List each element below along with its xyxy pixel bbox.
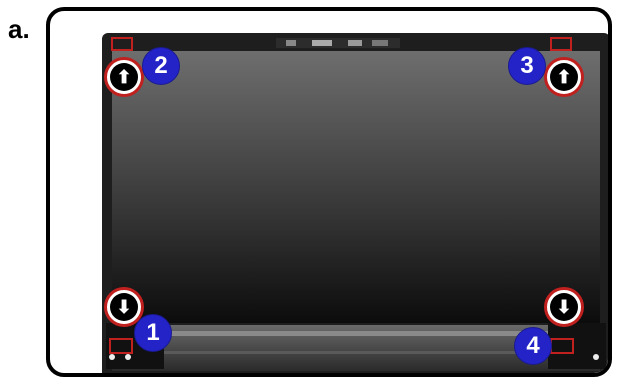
arrow-up-top-right: ⬆ [544, 57, 584, 97]
screw-highlight-bottom-left [109, 338, 133, 354]
arrow-up-icon: ⬆ [110, 63, 138, 91]
screw-highlight-bottom-right [550, 338, 574, 354]
figure-frame: ⬆ ⬆ ⬇ ⬇ 2 3 1 4 [46, 7, 612, 377]
arrow-up-icon: ⬆ [550, 63, 578, 91]
arrow-up-top-left: ⬆ [104, 57, 144, 97]
screw-highlight-top-right [550, 37, 572, 51]
arrow-down-icon: ⬇ [550, 293, 578, 321]
callout-badge-3: 3 [508, 47, 546, 85]
lcd-panel [112, 51, 600, 323]
arrow-down-bottom-right: ⬇ [544, 287, 584, 327]
screw-highlight-top-left [111, 37, 133, 51]
callout-badge-2: 2 [142, 47, 180, 85]
arrow-down-icon: ⬇ [110, 293, 138, 321]
callout-badge-4: 4 [514, 327, 552, 365]
callout-badge-1: 1 [134, 314, 172, 352]
step-label: a. [8, 14, 30, 44]
